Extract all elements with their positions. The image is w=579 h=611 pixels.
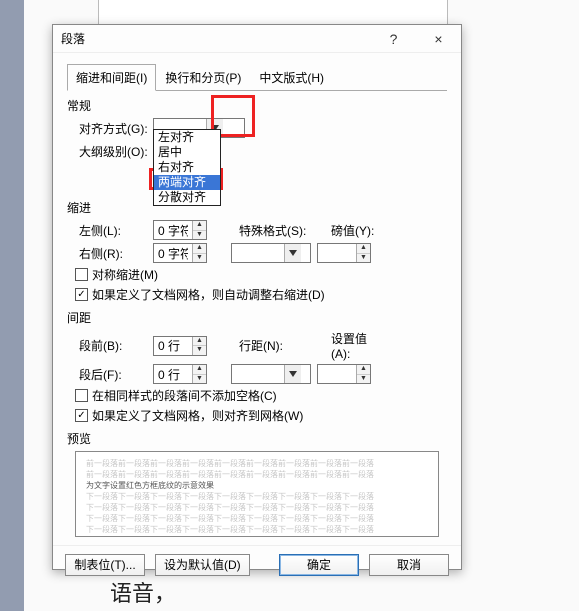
- spin-up-icon[interactable]: ▲: [357, 365, 370, 375]
- spin-down-icon[interactable]: ▼: [357, 375, 370, 384]
- mirror-indent-checkbox[interactable]: 对称缩进(M): [75, 266, 447, 283]
- special-format-dropdown[interactable]: [231, 243, 311, 263]
- chevron-down-icon[interactable]: [284, 365, 301, 383]
- set-default-button[interactable]: 设为默认值(D): [155, 554, 250, 576]
- spin-down-icon[interactable]: ▼: [193, 231, 206, 240]
- spin-down-icon[interactable]: ▼: [357, 254, 370, 263]
- ok-button[interactable]: 确定: [279, 554, 359, 576]
- spin-up-icon[interactable]: ▲: [357, 244, 370, 254]
- align-option-distributed[interactable]: 分散对齐: [154, 190, 220, 205]
- section-spacing: 间距: [67, 309, 447, 326]
- dialog-tabs: 缩进和间距(I) 换行和分页(P) 中文版式(H): [67, 63, 447, 91]
- at-input[interactable]: [318, 365, 356, 383]
- preview-box: 前一段落前一段落前一段落前一段落前一段落前一段落前一段落前一段落前一段落 前一段…: [75, 451, 439, 537]
- spin-down-icon[interactable]: ▼: [193, 375, 206, 384]
- special-format-label: 特殊格式(S):: [231, 222, 311, 239]
- chevron-down-icon[interactable]: [284, 244, 301, 262]
- left-indent-input[interactable]: [154, 221, 192, 239]
- snap-grid-checkbox[interactable]: ✓ 如果定义了文档网格，则对齐到网格(W): [75, 407, 447, 424]
- spin-up-icon[interactable]: ▲: [193, 337, 206, 347]
- spin-up-icon[interactable]: ▲: [193, 221, 206, 231]
- by-spinner[interactable]: ▲▼: [317, 243, 371, 263]
- left-indent-spinner[interactable]: ▲▼: [153, 220, 207, 240]
- spin-up-icon[interactable]: ▲: [193, 244, 206, 254]
- spin-down-icon[interactable]: ▼: [193, 254, 206, 263]
- space-after-spinner[interactable]: ▲▼: [153, 364, 207, 384]
- cancel-button[interactable]: 取消: [369, 554, 449, 576]
- line-spacing-dropdown[interactable]: [231, 364, 311, 384]
- alignment-option-list[interactable]: 左对齐 居中 右对齐 两端对齐 分散对齐: [153, 129, 221, 206]
- at-spinner[interactable]: ▲▼: [317, 364, 371, 384]
- auto-adjust-indent-checkbox[interactable]: ✓ 如果定义了文档网格，则自动调整右缩进(D): [75, 286, 447, 303]
- align-option-center[interactable]: 居中: [154, 145, 220, 160]
- space-before-label: 段前(B):: [67, 337, 153, 354]
- checkbox-icon: [75, 268, 88, 281]
- checkbox-checked-icon: ✓: [75, 409, 88, 422]
- checkbox-icon: [75, 389, 88, 402]
- spin-up-icon[interactable]: ▲: [193, 365, 206, 375]
- space-before-spinner[interactable]: ▲▼: [153, 336, 207, 356]
- tab-asian-layout[interactable]: 中文版式(H): [250, 64, 333, 91]
- section-indent: 缩进: [67, 199, 447, 216]
- by-label: 磅值(Y):: [323, 222, 383, 239]
- space-before-input[interactable]: [154, 337, 192, 355]
- dialog-titlebar: 段落 ? ×: [53, 25, 461, 53]
- section-general: 常规: [67, 97, 447, 114]
- line-spacing-label: 行距(N):: [231, 337, 311, 354]
- right-indent-input[interactable]: [154, 244, 192, 262]
- right-indent-label: 右侧(R):: [67, 245, 153, 262]
- at-label: 设置值(A):: [323, 330, 383, 361]
- align-option-left[interactable]: 左对齐: [154, 130, 220, 145]
- left-indent-label: 左侧(L):: [67, 222, 153, 239]
- align-option-justify[interactable]: 两端对齐: [154, 175, 220, 190]
- checkbox-checked-icon: ✓: [75, 288, 88, 301]
- dialog-title: 段落: [61, 30, 371, 47]
- space-after-label: 段后(F):: [67, 366, 153, 383]
- no-space-same-style-checkbox[interactable]: 在相同样式的段落间不添加空格(C): [75, 387, 447, 404]
- outline-label: 大纲级别(O):: [67, 143, 153, 160]
- tab-indent-spacing[interactable]: 缩进和间距(I): [67, 64, 156, 91]
- space-after-input[interactable]: [154, 365, 192, 383]
- close-button[interactable]: ×: [416, 25, 461, 53]
- section-preview: 预览: [67, 430, 447, 447]
- align-option-right[interactable]: 右对齐: [154, 160, 220, 175]
- dialog-button-bar: 制表位(T)... 设为默认值(D) 确定 取消: [53, 545, 461, 584]
- right-indent-spinner[interactable]: ▲▼: [153, 243, 207, 263]
- tabs-button[interactable]: 制表位(T)...: [65, 554, 145, 576]
- alignment-label: 对齐方式(G):: [67, 120, 153, 137]
- by-input[interactable]: [318, 244, 356, 262]
- spin-down-icon[interactable]: ▼: [193, 346, 206, 355]
- tab-line-page-breaks[interactable]: 换行和分页(P): [156, 64, 250, 91]
- paragraph-dialog: 段落 ? × 缩进和间距(I) 换行和分页(P) 中文版式(H) 常规 对齐方式…: [52, 24, 462, 570]
- help-button[interactable]: ?: [371, 25, 416, 53]
